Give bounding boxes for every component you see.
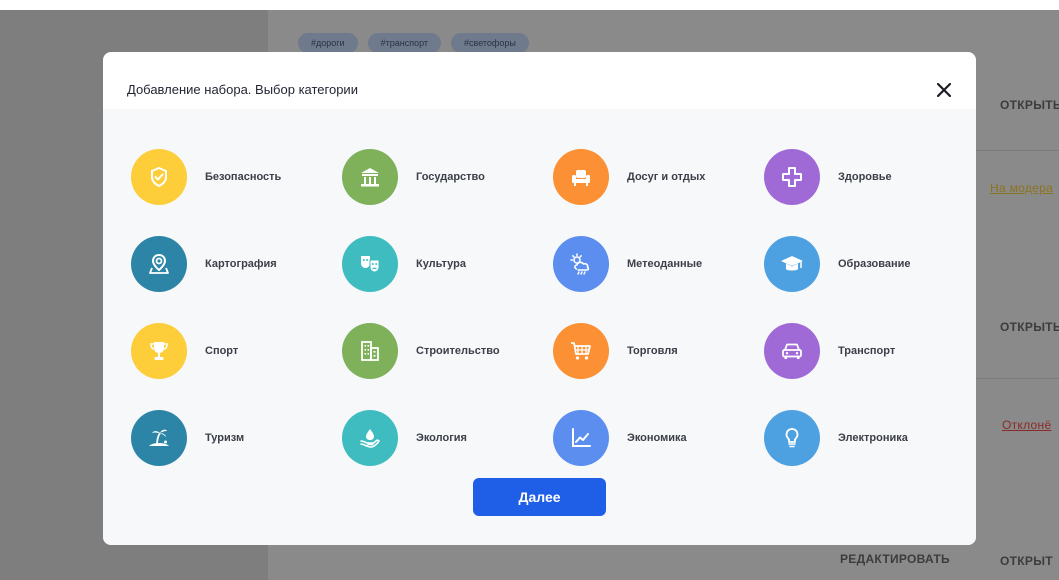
category-trade[interactable]: Торговля [553,307,764,394]
open-link[interactable]: ОТКРЫТЬ [1000,320,1059,334]
category-transport[interactable]: Транспорт [764,307,975,394]
cart-icon [553,322,609,379]
dialog-body: Безопасность Государство Досуг и отдых З… [103,109,976,545]
category-economy[interactable]: Экономика [553,394,764,481]
weather-icon [553,235,609,292]
category-sport[interactable]: Спорт [131,307,342,394]
category-label: Культура [416,257,466,270]
category-security[interactable]: Безопасность [131,133,342,220]
status-moderation-link[interactable]: На модера [990,181,1053,195]
car-icon [764,322,820,379]
category-label: Электроника [838,431,908,444]
open-link[interactable]: ОТКРЫТ [1000,554,1053,568]
building-icon [342,148,398,205]
category-electronics[interactable]: Электроника [764,394,975,481]
category-label: Государство [416,170,485,183]
lightbulb-icon [764,409,820,466]
buildings-icon [342,322,398,379]
category-label: Образование [838,257,911,270]
background-topbar [0,0,1059,10]
category-label: Здоровье [838,170,892,183]
chart-icon [553,409,609,466]
map-pin-icon [131,235,187,292]
category-leisure[interactable]: Досуг и отдых [553,133,764,220]
close-button[interactable] [932,78,956,102]
category-weather[interactable]: Метеоданные [553,220,764,307]
category-ecology[interactable]: Экология [342,394,553,481]
category-label: Строительство [416,344,500,357]
edit-link[interactable]: РЕДАКТИРОВАТЬ [840,552,950,566]
category-label: Торговля [627,344,678,357]
armchair-icon [553,148,609,205]
category-grid: Безопасность Государство Досуг и отдых З… [131,133,975,481]
category-label: Экология [416,431,467,444]
shield-icon [131,148,187,205]
category-tourism[interactable]: Туризм [131,394,342,481]
category-label: Метеоданные [627,257,703,270]
category-label: Транспорт [838,344,896,357]
category-cartography[interactable]: Картография [131,220,342,307]
status-rejected-link[interactable]: Отклонё [1002,418,1051,432]
trophy-icon [131,322,187,379]
eco-hand-icon [342,409,398,466]
category-government[interactable]: Государство [342,133,553,220]
category-culture[interactable]: Культура [342,220,553,307]
category-education[interactable]: Образование [764,220,975,307]
background-tags: #дороги #транспорт #светофоры [298,33,529,53]
open-link[interactable]: ОТКРЫТЬ [1000,98,1059,112]
category-label: Спорт [205,344,239,357]
graduation-cap-icon [764,235,820,292]
category-label: Экономика [627,431,687,444]
close-icon [937,83,951,97]
category-dialog: Добавление набора. Выбор категории Безоп… [103,52,976,545]
category-label: Безопасность [205,170,282,183]
category-construction[interactable]: Строительство [342,307,553,394]
category-health[interactable]: Здоровье [764,133,975,220]
tag[interactable]: #светофоры [451,33,529,53]
dialog-title: Добавление набора. Выбор категории [127,82,358,97]
tag[interactable]: #транспорт [367,33,442,53]
island-icon [131,409,187,466]
medical-cross-icon [764,148,820,205]
tag[interactable]: #дороги [298,33,358,53]
category-label: Досуг и отдых [627,170,706,183]
theater-masks-icon [342,235,398,292]
category-label: Туризм [205,431,245,444]
category-label: Картография [205,257,277,270]
next-button[interactable]: Далее [473,478,606,516]
